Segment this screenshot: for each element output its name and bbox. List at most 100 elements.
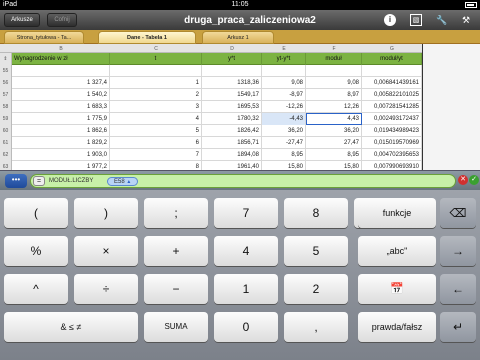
table-cell[interactable]: 1 903,0 [12, 149, 110, 161]
row-number[interactable]: 62 [0, 149, 12, 161]
header-cell[interactable]: moduł/yt [362, 53, 422, 65]
arrow-left-key[interactable]: ← [440, 274, 476, 304]
table-cell[interactable] [202, 65, 262, 77]
key-percent[interactable]: % [4, 236, 68, 266]
table-cell[interactable] [306, 65, 362, 77]
table-cell[interactable]: 36,20 [262, 125, 306, 137]
table-cell[interactable]: 1 327,4 [12, 77, 110, 89]
info-icon[interactable]: i [384, 14, 396, 26]
table-cell[interactable] [110, 65, 202, 77]
table-cell[interactable]: 0,002493172437 [362, 113, 422, 125]
row-number[interactable]: 61 [0, 137, 12, 149]
table-cell[interactable]: -4,43 [262, 113, 306, 125]
table-cell[interactable]: 27,47 [306, 137, 362, 149]
text-key[interactable]: „abc" [358, 236, 436, 266]
table-cell[interactable]: 1318,36 [202, 77, 262, 89]
row-number[interactable]: 60 [0, 125, 12, 137]
sheets-button[interactable]: Arkusze [4, 13, 40, 27]
wrench-icon[interactable]: 🔧 [436, 14, 448, 26]
cancel-formula-icon[interactable]: ✕ [458, 175, 468, 185]
sum-key[interactable]: SUMA [144, 312, 208, 342]
key-open-paren[interactable]: ( [4, 198, 68, 228]
key-caret[interactable]: ^ [4, 274, 68, 304]
table-cell[interactable]: 15,80 [306, 161, 362, 170]
table-cell[interactable]: 9,08 [262, 77, 306, 89]
table-cell[interactable]: 1 683,3 [12, 101, 110, 113]
table-cell[interactable]: 8,95 [262, 149, 306, 161]
table-cell[interactable]: 0,015019570969 [362, 137, 422, 149]
functions-key[interactable]: funkcje [358, 198, 436, 228]
key-semicolon[interactable]: ; [144, 198, 208, 228]
key-2[interactable]: 2 [284, 274, 348, 304]
key-comma[interactable]: , [284, 312, 348, 342]
undo-button[interactable]: Cofnij [47, 13, 77, 27]
table-cell[interactable]: 1549,17 [202, 89, 262, 101]
col-header-b[interactable]: B [12, 46, 110, 52]
row-number[interactable]: 55 [0, 65, 12, 77]
table-cell[interactable]: -12,26 [262, 101, 306, 113]
table-cell[interactable]: 0,005822101025 [362, 89, 422, 101]
header-cell[interactable]: moduł [306, 53, 362, 65]
table-cell[interactable]: 5 [110, 125, 202, 137]
row-number[interactable]: 58 [0, 101, 12, 113]
table-cell[interactable] [262, 65, 306, 77]
key-divide[interactable]: ÷ [74, 274, 138, 304]
table-cell[interactable]: 4,43 [306, 113, 362, 125]
key-close-paren[interactable]: ) [74, 198, 138, 228]
logic-operators-key[interactable]: & ≤ ≠ [4, 312, 138, 342]
row-number[interactable]: 63 [0, 161, 12, 170]
header-cell[interactable]: Wynagrodzenie w zł [12, 53, 110, 65]
table-cell[interactable]: 15,80 [262, 161, 306, 170]
table-cell[interactable]: 8,95 [306, 149, 362, 161]
row-number[interactable]: 57 [0, 89, 12, 101]
col-header-g[interactable]: G [362, 46, 422, 52]
key-7[interactable]: 7 [214, 198, 278, 228]
table-cell[interactable]: 0,007281541285 [362, 101, 422, 113]
table-cell[interactable]: 1961,40 [202, 161, 262, 170]
arrow-right-key[interactable]: → [440, 236, 476, 266]
media-icon[interactable]: ▧ [410, 14, 422, 26]
table-cell[interactable]: 1 [110, 77, 202, 89]
key-plus[interactable]: + [144, 236, 208, 266]
table-cell[interactable]: 0,004702395653 [362, 149, 422, 161]
date-time-key[interactable]: 📅 [358, 274, 436, 304]
table-cell[interactable]: -27,47 [262, 137, 306, 149]
key-1[interactable]: 1 [214, 274, 278, 304]
table-cell[interactable] [362, 65, 422, 77]
table-cell[interactable]: 4 [110, 113, 202, 125]
col-header-e[interactable]: E [262, 46, 306, 52]
tools-icon[interactable]: ⚒ [460, 14, 472, 26]
cell-reference-token[interactable]: E58 ▲ [107, 177, 139, 186]
table-cell[interactable]: 1 540,2 [12, 89, 110, 101]
table-cell[interactable]: 7 [110, 149, 202, 161]
table-cell[interactable]: 12,26 [306, 101, 362, 113]
table-cell[interactable]: 1 775,9 [12, 113, 110, 125]
tab-title-page[interactable]: Strona_tytułowa - Ta... [4, 31, 84, 44]
row-number[interactable]: 59 [0, 113, 12, 125]
table-cell[interactable]: 1 829,2 [12, 137, 110, 149]
table-cell[interactable]: 2 [110, 89, 202, 101]
col-header-f[interactable]: F [306, 46, 362, 52]
spreadsheet[interactable]: B C D E F G ⇕ Wynagrodzenie w zł t y*t y… [0, 44, 480, 170]
header-cell[interactable]: yt-y*t [262, 53, 306, 65]
formula-input[interactable]: = MODUŁ.LICZBY E58 ▲ [30, 174, 456, 188]
table-cell[interactable]: 1856,71 [202, 137, 262, 149]
table-cell[interactable]: 1894,08 [202, 149, 262, 161]
table-cell[interactable] [12, 65, 110, 77]
enter-key[interactable]: ↵ [440, 312, 476, 342]
table-cell[interactable]: 8 [110, 161, 202, 170]
tab-sheet-1[interactable]: Arkusz 1 [202, 31, 274, 44]
key-0[interactable]: 0 [214, 312, 278, 342]
table-cell[interactable]: 36,20 [306, 125, 362, 137]
col-header-c[interactable]: C [110, 46, 202, 52]
table-cell[interactable]: -8,97 [262, 89, 306, 101]
table-cell[interactable]: 0,007990693910 [362, 161, 422, 170]
key-5[interactable]: 5 [284, 236, 348, 266]
tab-data-table[interactable]: Dane - Tabela 1 [98, 31, 196, 44]
more-button[interactable]: ••• [5, 174, 27, 188]
table-cell[interactable]: 1695,53 [202, 101, 262, 113]
true-false-key[interactable]: prawda/fałsz [358, 312, 436, 342]
table-cell[interactable]: 0,006841439161 [362, 77, 422, 89]
table-cell[interactable]: 1780,32 [202, 113, 262, 125]
table-cell[interactable]: 9,08 [306, 77, 362, 89]
